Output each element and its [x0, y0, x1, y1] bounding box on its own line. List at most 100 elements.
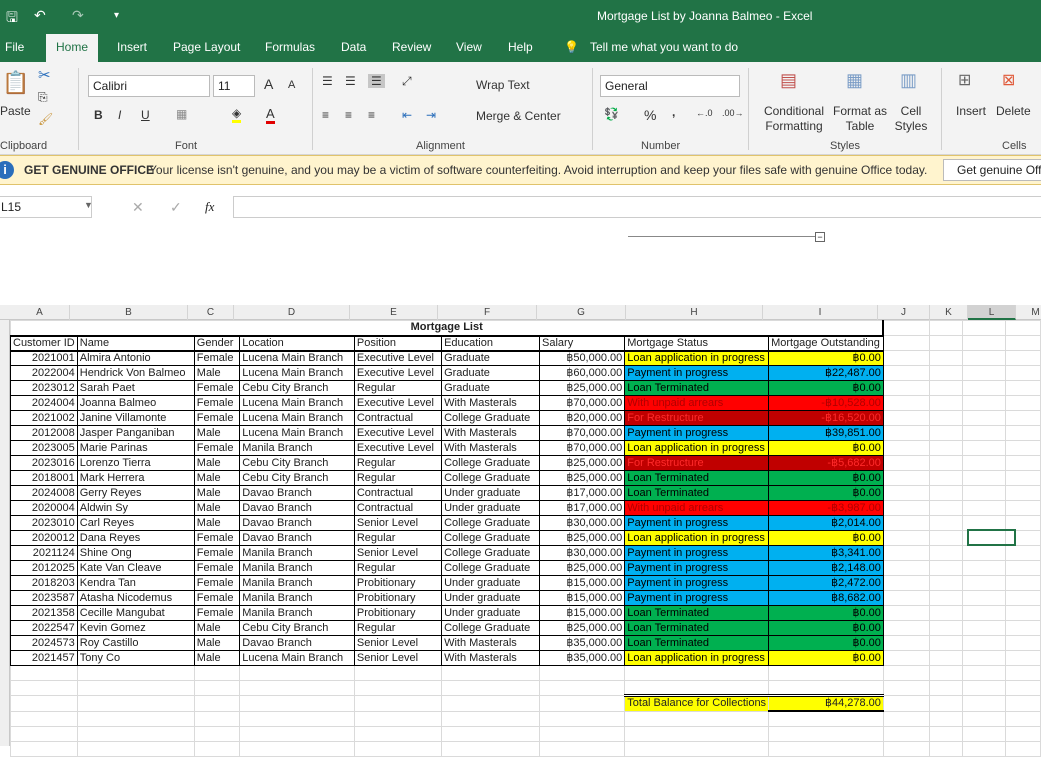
empty-cell[interactable] [441, 695, 541, 712]
cell-customer-id[interactable]: 2012025 [10, 560, 78, 576]
header-salary[interactable]: Salary [539, 335, 626, 352]
cell-salary[interactable]: ฿30,000.00 [539, 515, 626, 531]
empty-cell[interactable] [928, 575, 964, 591]
empty-cell[interactable] [928, 395, 964, 411]
cell-styles-button[interactable]: Cell Styles [888, 104, 934, 134]
cell-position[interactable]: Contractual [353, 500, 443, 516]
header-name[interactable]: Name [76, 335, 195, 352]
empty-cell[interactable] [882, 425, 930, 441]
empty-cell[interactable] [76, 710, 195, 727]
column-header-h[interactable]: H [626, 305, 763, 320]
empty-cell[interactable] [882, 740, 930, 757]
conditional-formatting-icon[interactable]: ▤ [780, 70, 797, 91]
empty-cell[interactable] [76, 695, 195, 712]
empty-cell[interactable] [624, 665, 770, 681]
cell-position[interactable]: Regular [353, 530, 443, 546]
cell-mortgage-outstanding[interactable]: ฿0.00 [768, 350, 884, 366]
cell-gender[interactable]: Female [193, 590, 241, 606]
empty-cell[interactable] [882, 380, 930, 396]
empty-cell[interactable] [928, 485, 964, 501]
cell-gender[interactable]: Female [193, 395, 241, 411]
cell-customer-id[interactable]: 2021457 [10, 650, 78, 666]
empty-cell[interactable] [882, 395, 930, 411]
tab-review[interactable]: Review [392, 40, 431, 54]
cell-gender[interactable]: Female [193, 545, 241, 561]
empty-cell[interactable] [10, 695, 78, 712]
cell-location[interactable]: Lucena Main Branch [239, 365, 355, 381]
empty-cell[interactable] [76, 665, 195, 681]
cell-mortgage-outstanding[interactable]: ฿0.00 [768, 620, 884, 636]
column-header-e[interactable]: E [350, 305, 438, 320]
empty-cell[interactable] [353, 680, 443, 696]
empty-cell[interactable] [624, 740, 770, 757]
empty-cell[interactable] [882, 410, 930, 426]
formula-input[interactable] [233, 196, 1041, 218]
cell-customer-id[interactable]: 2018001 [10, 470, 78, 486]
empty-cell[interactable] [441, 740, 541, 757]
cell-education[interactable]: College Graduate [441, 560, 541, 576]
delete-cells-icon[interactable]: ⊠ [1002, 70, 1015, 90]
cell-mortgage-outstanding[interactable]: ฿39,851.00 [768, 425, 884, 441]
cell-mortgage-status[interactable]: Loan application in progress [624, 530, 770, 546]
empty-cell[interactable] [928, 695, 964, 712]
empty-cell[interactable] [882, 710, 930, 727]
tab-formulas[interactable]: Formulas [265, 40, 315, 54]
cell-education[interactable]: Under graduate [441, 605, 541, 621]
empty-cell[interactable] [539, 665, 626, 681]
cell-salary[interactable]: ฿15,000.00 [539, 575, 626, 591]
cell-position[interactable]: Senior Level [353, 650, 443, 666]
cell-location[interactable]: Lucena Main Branch [239, 395, 355, 411]
empty-cell[interactable] [1004, 680, 1041, 696]
empty-cell[interactable] [882, 665, 930, 681]
cell-mortgage-status[interactable]: With unpaid arrears [624, 395, 770, 411]
cell-salary[interactable]: ฿30,000.00 [539, 545, 626, 561]
header-position[interactable]: Position [353, 335, 443, 352]
sheet-title[interactable]: Mortgage List [10, 320, 885, 337]
format-as-table-button[interactable]: Format as Table [830, 104, 890, 134]
empty-cell[interactable] [1004, 545, 1041, 561]
empty-cell[interactable] [76, 740, 195, 757]
empty-cell[interactable] [882, 680, 930, 696]
empty-cell[interactable] [928, 665, 964, 681]
empty-cell[interactable] [928, 515, 964, 531]
selected-cell[interactable] [967, 529, 1016, 546]
cell-education[interactable]: Graduate [441, 380, 541, 396]
cell-position[interactable]: Contractual [353, 410, 443, 426]
empty-cell[interactable] [1004, 695, 1041, 712]
cell-salary[interactable]: ฿70,000.00 [539, 395, 626, 411]
cell-customer-id[interactable]: 2018203 [10, 575, 78, 591]
tab-insert[interactable]: Insert [117, 40, 147, 54]
get-genuine-office-button[interactable]: Get genuine Office [943, 159, 1041, 181]
empty-cell[interactable] [882, 695, 930, 712]
empty-cell[interactable] [962, 410, 1006, 426]
cell-customer-id[interactable]: 2021358 [10, 605, 78, 621]
empty-cell[interactable] [962, 695, 1006, 712]
cell-mortgage-status[interactable]: Loan application in progress [624, 350, 770, 366]
cell-mortgage-status[interactable]: Loan Terminated [624, 485, 770, 501]
empty-cell[interactable] [1004, 500, 1041, 516]
empty-cell[interactable] [1004, 350, 1041, 366]
empty-cell[interactable] [928, 590, 964, 606]
cancel-icon[interactable]: ✕ [132, 199, 144, 216]
insert-function-button[interactable]: fx [205, 199, 214, 215]
cell-location[interactable]: Cebu City Branch [239, 470, 355, 486]
cell-location[interactable]: Cebu City Branch [239, 380, 355, 396]
empty-cell[interactable] [10, 725, 78, 742]
cell-mortgage-outstanding[interactable]: -฿5,682.00 [768, 455, 884, 471]
empty-cell[interactable] [10, 710, 78, 727]
font-color-icon[interactable]: A [266, 106, 275, 124]
cell-location[interactable]: Lucena Main Branch [239, 425, 355, 441]
empty-cell[interactable] [928, 455, 964, 471]
empty-cell[interactable] [882, 455, 930, 471]
empty-cell[interactable] [1004, 575, 1041, 591]
cell-salary[interactable]: ฿17,000.00 [539, 500, 626, 516]
empty-cell[interactable] [928, 680, 964, 696]
cell-customer-id[interactable]: 2023016 [10, 455, 78, 471]
empty-cell[interactable] [962, 320, 1006, 336]
cell-gender[interactable]: Male [193, 635, 241, 651]
empty-cell[interactable] [882, 725, 930, 742]
cell-education[interactable]: Under graduate [441, 485, 541, 501]
cut-icon[interactable]: ✂ [38, 66, 51, 84]
empty-cell[interactable] [962, 365, 1006, 381]
cell-mortgage-status[interactable]: Payment in progress [624, 425, 770, 441]
